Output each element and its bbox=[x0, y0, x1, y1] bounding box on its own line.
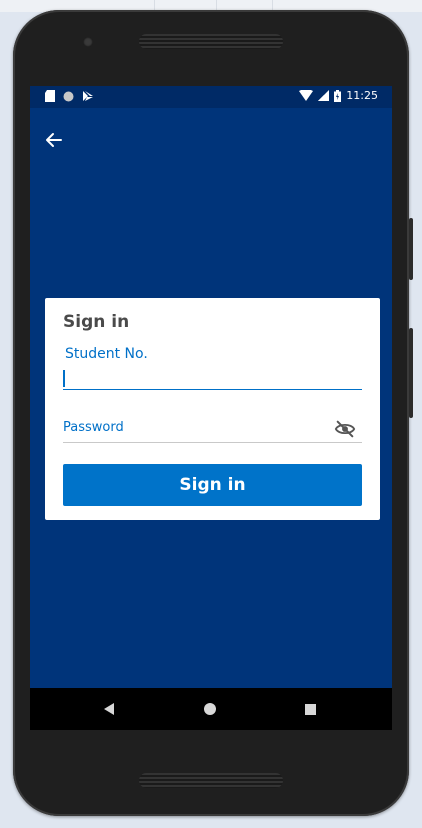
student-no-underline bbox=[63, 388, 362, 390]
sd-card-icon bbox=[45, 90, 55, 102]
nav-back-icon[interactable] bbox=[103, 703, 115, 715]
nav-home-icon[interactable] bbox=[204, 703, 216, 715]
password-label: Password bbox=[63, 420, 124, 435]
signin-card: Sign in Student No. Password Sign in bbox=[45, 298, 380, 520]
card-title: Sign in bbox=[63, 312, 130, 332]
volume-button[interactable] bbox=[409, 218, 413, 280]
front-camera bbox=[83, 37, 93, 47]
password-underline bbox=[63, 442, 362, 443]
text-cursor bbox=[63, 370, 65, 387]
student-no-label: Student No. bbox=[65, 346, 148, 362]
status-bar: 11:25 bbox=[30, 86, 392, 108]
bottom-speaker bbox=[139, 773, 283, 788]
student-no-field[interactable]: Student No. bbox=[63, 346, 362, 390]
status-left-icons bbox=[45, 90, 94, 102]
status-time: 11:25 bbox=[346, 89, 378, 102]
password-field[interactable]: Password bbox=[63, 418, 362, 448]
arrow-left-icon[interactable] bbox=[44, 130, 64, 150]
top-speaker bbox=[139, 34, 283, 49]
wifi-icon bbox=[299, 90, 314, 101]
nav-recents-icon[interactable] bbox=[305, 704, 316, 715]
signal-icon bbox=[318, 90, 330, 101]
phone-frame: 11:25 Sign in Student No. Password Sign … bbox=[13, 10, 413, 816]
android-nav-bar bbox=[30, 688, 392, 730]
power-button[interactable] bbox=[409, 328, 413, 418]
app-screen: 11:25 Sign in Student No. Password Sign … bbox=[30, 86, 392, 730]
circle-notification-icon bbox=[63, 91, 74, 101]
battery-icon bbox=[334, 89, 342, 102]
eye-off-icon[interactable] bbox=[334, 418, 356, 440]
status-right-icons: 11:25 bbox=[299, 89, 378, 102]
sign-in-button[interactable]: Sign in bbox=[63, 464, 362, 506]
play-store-icon bbox=[83, 91, 93, 101]
